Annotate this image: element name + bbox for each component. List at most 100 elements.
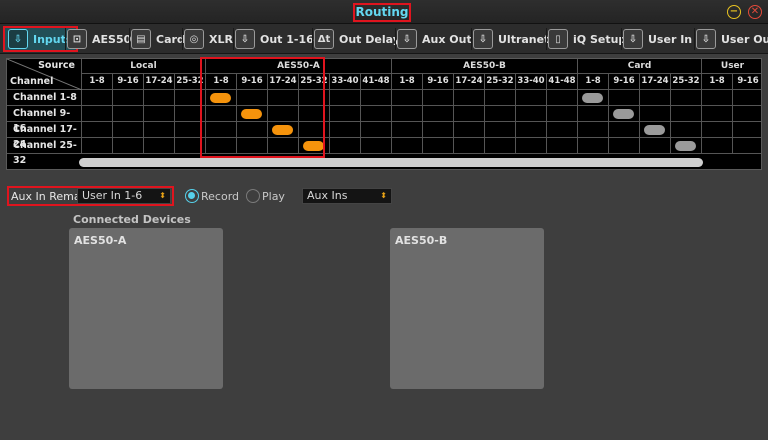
route-cell[interactable] [392, 90, 423, 106]
route-cell[interactable] [237, 138, 268, 154]
route-cell[interactable] [268, 90, 299, 106]
route-cell[interactable] [423, 138, 454, 154]
route-cell[interactable] [392, 138, 423, 154]
route-cell[interactable] [423, 106, 454, 122]
route-cell[interactable] [144, 122, 175, 138]
route-cell[interactable] [485, 106, 516, 122]
route-cell[interactable] [671, 138, 702, 154]
route-cell[interactable] [361, 138, 392, 154]
route-cell[interactable] [702, 90, 733, 106]
route-cell[interactable] [206, 138, 237, 154]
route-cell[interactable] [485, 122, 516, 138]
tab-ultranet[interactable]: ⇩ Ultranet [473, 26, 549, 52]
route-cell[interactable] [609, 138, 640, 154]
route-cell[interactable] [82, 138, 113, 154]
route-cell[interactable] [175, 90, 206, 106]
route-cell[interactable] [578, 122, 609, 138]
route-cell[interactable] [237, 106, 268, 122]
route-cell[interactable] [330, 122, 361, 138]
route-cell[interactable] [547, 90, 578, 106]
tab-out-1-16[interactable]: ⇩ Out 1-16 [235, 26, 314, 52]
tab-out-delay[interactable]: Δt Out Delay [314, 26, 400, 52]
route-cell[interactable] [113, 122, 144, 138]
route-cell[interactable] [175, 138, 206, 154]
route-cell[interactable] [268, 122, 299, 138]
device-aes50-b[interactable]: AES50-B [390, 228, 544, 389]
route-cell[interactable] [175, 106, 206, 122]
route-cell[interactable] [485, 90, 516, 106]
route-cell[interactable] [175, 122, 206, 138]
route-cell[interactable] [609, 106, 640, 122]
route-cell[interactable] [547, 138, 578, 154]
route-cell[interactable] [733, 106, 761, 122]
route-cell[interactable] [516, 90, 547, 106]
route-cell[interactable] [547, 122, 578, 138]
route-cell[interactable] [113, 106, 144, 122]
route-cell[interactable] [82, 122, 113, 138]
play-radio[interactable] [246, 189, 260, 203]
route-cell[interactable] [609, 122, 640, 138]
route-cell[interactable] [392, 122, 423, 138]
route-cell[interactable] [454, 138, 485, 154]
route-cell[interactable] [268, 138, 299, 154]
route-cell[interactable] [237, 122, 268, 138]
record-radio[interactable] [185, 189, 199, 203]
route-cell[interactable] [733, 138, 761, 154]
route-cell[interactable] [671, 122, 702, 138]
tab-card[interactable]: ▤ Card [131, 26, 185, 52]
route-cell[interactable] [113, 138, 144, 154]
tab-aes50[interactable]: ⊡ AES50 [67, 26, 131, 52]
tab-user-out[interactable]: ⇩ User Out [696, 26, 768, 52]
route-cell[interactable] [330, 90, 361, 106]
route-cell[interactable] [516, 106, 547, 122]
route-cell[interactable] [702, 106, 733, 122]
route-cell[interactable] [454, 90, 485, 106]
aux-remap-select[interactable]: User In 1-6 ⬍ [77, 188, 171, 204]
route-cell[interactable] [733, 122, 761, 138]
route-cell[interactable] [640, 122, 671, 138]
route-cell[interactable] [733, 90, 761, 106]
route-cell[interactable] [206, 106, 237, 122]
route-cell[interactable] [640, 90, 671, 106]
route-cell[interactable] [578, 138, 609, 154]
route-cell[interactable] [361, 122, 392, 138]
route-cell[interactable] [299, 122, 330, 138]
tab-aux-out[interactable]: ⇩ Aux Out [397, 26, 472, 52]
route-cell[interactable] [144, 90, 175, 106]
route-cell[interactable] [671, 106, 702, 122]
route-cell[interactable] [144, 106, 175, 122]
route-cell[interactable] [640, 138, 671, 154]
close-icon[interactable]: ✕ [748, 5, 762, 19]
route-cell[interactable] [702, 138, 733, 154]
route-cell[interactable] [361, 106, 392, 122]
route-cell[interactable] [330, 138, 361, 154]
route-cell[interactable] [361, 90, 392, 106]
matrix-horizontal-scrollbar[interactable] [79, 158, 703, 167]
route-cell[interactable] [113, 90, 144, 106]
aux-ins-select[interactable]: Aux Ins ⬍ [302, 188, 392, 204]
route-cell[interactable] [392, 106, 423, 122]
route-cell[interactable] [82, 90, 113, 106]
route-cell[interactable] [454, 122, 485, 138]
route-cell[interactable] [268, 106, 299, 122]
route-cell[interactable] [82, 106, 113, 122]
route-cell[interactable] [578, 106, 609, 122]
route-cell[interactable] [609, 90, 640, 106]
tab-xlr[interactable]: ◎ XLR [184, 26, 233, 52]
route-cell[interactable] [547, 106, 578, 122]
route-cell[interactable] [702, 122, 733, 138]
route-cell[interactable] [330, 106, 361, 122]
route-cell[interactable] [423, 90, 454, 106]
route-cell[interactable] [578, 90, 609, 106]
route-cell[interactable] [454, 106, 485, 122]
route-cell[interactable] [485, 138, 516, 154]
tab-iq-setup[interactable]: ▯ iQ Setup [548, 26, 626, 52]
route-cell[interactable] [423, 122, 454, 138]
route-cell[interactable] [299, 106, 330, 122]
tab-user-in[interactable]: ⇩ User In [623, 26, 692, 52]
route-cell[interactable] [144, 138, 175, 154]
route-cell[interactable] [299, 90, 330, 106]
route-cell[interactable] [516, 122, 547, 138]
route-cell[interactable] [206, 122, 237, 138]
route-cell[interactable] [516, 138, 547, 154]
